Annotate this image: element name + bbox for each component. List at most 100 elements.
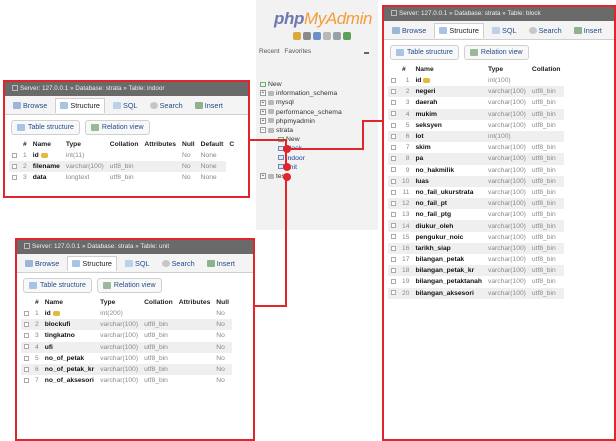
tab-insert[interactable]: Insert <box>191 98 227 113</box>
table-row[interactable]: 5 no_of_petak varchar(100) utf8_bin No <box>21 353 232 364</box>
tab-structure[interactable]: Structure <box>55 97 105 113</box>
tab-sql[interactable]: SQL <box>488 23 521 38</box>
table-row[interactable]: 10 luas varchar(100) utf8_bin <box>388 175 564 187</box>
tab-browse[interactable]: Browse <box>21 256 63 271</box>
sql-docs-icon[interactable] <box>323 32 331 40</box>
relation-view-button[interactable]: Relation view <box>84 120 150 135</box>
table-row[interactable]: 3 tingkatno varchar(100) utf8_bin No <box>21 330 232 341</box>
table-row[interactable]: 4 ufi varchar(100) utf8_bin No <box>21 341 232 353</box>
tab-sql[interactable]: SQL <box>109 98 142 113</box>
row-checkbox[interactable] <box>391 234 396 240</box>
table-row[interactable]: 8 pa varchar(100) utf8_bin <box>388 153 564 165</box>
column-header[interactable]: Attributes <box>141 139 179 150</box>
collapse-node-icon[interactable]: − <box>260 127 266 134</box>
row-checkbox[interactable] <box>391 156 396 162</box>
row-checkbox[interactable] <box>391 133 396 139</box>
column-header[interactable]: Collation <box>141 297 176 308</box>
column-header[interactable]: Collation <box>107 139 142 150</box>
phpmyadmin-logo[interactable]: phpMyAdmin <box>274 9 372 29</box>
reload-icon[interactable] <box>343 32 351 40</box>
table-row[interactable]: 3 daerah varchar(100) utf8_bin <box>388 97 564 108</box>
column-header[interactable]: Attributes <box>176 297 214 308</box>
table-row[interactable]: 20 bilangan_aksesori varchar(100) utf8_bin <box>388 287 564 299</box>
table-row[interactable]: 7 skim varchar(100) utf8_bin <box>388 142 564 153</box>
tab-structure[interactable]: Structure <box>67 255 117 271</box>
column-header[interactable]: Collation <box>529 64 564 75</box>
column-header[interactable]: # <box>20 139 30 150</box>
column-header[interactable]: Type <box>63 139 107 150</box>
table-row[interactable]: 9 no_hakmilik varchar(100) utf8_bin <box>388 165 564 176</box>
table-row[interactable]: 1 id int(100) <box>388 75 564 86</box>
row-checkbox[interactable] <box>391 122 396 128</box>
row-checkbox[interactable] <box>391 290 396 296</box>
table-row[interactable]: 19 bilangan_petaktanah varchar(100) utf8_bi… <box>388 276 564 287</box>
tab-search[interactable]: Search <box>146 98 187 113</box>
row-checkbox[interactable] <box>391 200 396 206</box>
table-structure-button[interactable]: Table structure <box>11 120 80 135</box>
row-checkbox[interactable] <box>12 152 17 158</box>
row-checkbox[interactable] <box>391 279 396 285</box>
table-row[interactable]: 13 no_fail_ptg varchar(100) utf8_bin <box>388 209 564 220</box>
expand-node-icon[interactable]: + <box>260 99 266 106</box>
row-checkbox[interactable] <box>391 223 396 229</box>
table-structure-button[interactable]: Table structure <box>23 278 92 293</box>
nav-table-indoor[interactable]: indoor <box>260 154 342 163</box>
relation-view-button[interactable]: Relation view <box>463 45 529 60</box>
tab-sql[interactable]: SQL <box>121 256 154 271</box>
row-checkbox[interactable] <box>391 89 396 95</box>
nav-db-performance_schema[interactable]: + performance_schema <box>260 108 342 117</box>
table-row[interactable]: 12 no_fail_pt varchar(100) utf8_bin <box>388 198 564 210</box>
row-checkbox[interactable] <box>391 178 396 184</box>
row-checkbox[interactable] <box>24 377 29 383</box>
home-icon[interactable] <box>293 32 301 40</box>
column-header[interactable]: Null <box>213 297 232 308</box>
row-checkbox[interactable] <box>24 310 29 316</box>
expand-node-icon[interactable]: + <box>260 173 266 180</box>
docs-icon[interactable] <box>313 32 321 40</box>
table-structure-button[interactable]: Table structure <box>390 45 459 60</box>
table-row[interactable]: 2 filename varchar(100) utf8_bin No None <box>9 161 237 173</box>
row-checkbox[interactable] <box>391 100 396 106</box>
column-header[interactable]: Name <box>42 297 97 308</box>
table-row[interactable]: 1 id int(11) No None <box>9 150 237 161</box>
row-checkbox[interactable] <box>391 212 396 218</box>
tab-insert[interactable]: Insert <box>203 256 239 271</box>
expand-node-icon[interactable]: + <box>260 117 266 124</box>
row-checkbox[interactable] <box>24 333 29 339</box>
column-header[interactable]: # <box>32 297 42 308</box>
settings-icon[interactable] <box>333 32 341 40</box>
row-checkbox[interactable] <box>24 322 29 328</box>
nav-db-information_schema[interactable]: + information_schema <box>260 89 342 98</box>
column-header[interactable]: Null <box>179 139 198 150</box>
row-checkbox[interactable] <box>391 256 396 262</box>
column-header[interactable]: C <box>226 139 237 150</box>
row-checkbox[interactable] <box>391 144 396 150</box>
collapse-icon[interactable] <box>364 52 369 54</box>
table-row[interactable]: 15 pengukur_noic varchar(100) utf8_bin <box>388 232 564 243</box>
table-row[interactable]: 11 no_fail_ukurstrata varchar(100) utf8_bin <box>388 187 564 198</box>
expand-node-icon[interactable]: + <box>260 90 266 97</box>
row-checkbox[interactable] <box>12 164 17 170</box>
table-row[interactable]: 2 blockufi varchar(100) utf8_bin No <box>21 319 232 331</box>
table-row[interactable]: 5 seksyen varchar(100) utf8_bin <box>388 120 564 131</box>
row-checkbox[interactable] <box>24 355 29 361</box>
row-checkbox[interactable] <box>391 167 396 173</box>
row-checkbox[interactable] <box>24 344 29 350</box>
table-row[interactable]: 16 tarikh_siap varchar(100) utf8_bin <box>388 242 564 254</box>
row-checkbox[interactable] <box>391 189 396 195</box>
favorites-link[interactable]: Favorites <box>284 48 311 55</box>
nav-new-item[interactable]: New <box>260 80 342 89</box>
column-header[interactable]: Name <box>412 64 485 75</box>
table-row[interactable]: 2 negeri varchar(100) utf8_bin <box>388 86 564 98</box>
nav-db-test[interactable]: + test <box>260 172 342 181</box>
column-header[interactable]: # <box>399 64 412 75</box>
row-checkbox[interactable] <box>12 175 17 181</box>
row-checkbox[interactable] <box>391 111 396 117</box>
table-row[interactable]: 18 bilangan_petak_kr varchar(100) utf8_bin <box>388 265 564 277</box>
expand-node-icon[interactable]: + <box>260 108 266 115</box>
tab-browse[interactable]: Browse <box>388 23 430 38</box>
logout-icon[interactable] <box>303 32 311 40</box>
tab-search[interactable]: Search <box>158 256 199 271</box>
table-row[interactable]: 3 data longtext utf8_bin No None <box>9 172 237 183</box>
relation-view-button[interactable]: Relation view <box>96 278 162 293</box>
